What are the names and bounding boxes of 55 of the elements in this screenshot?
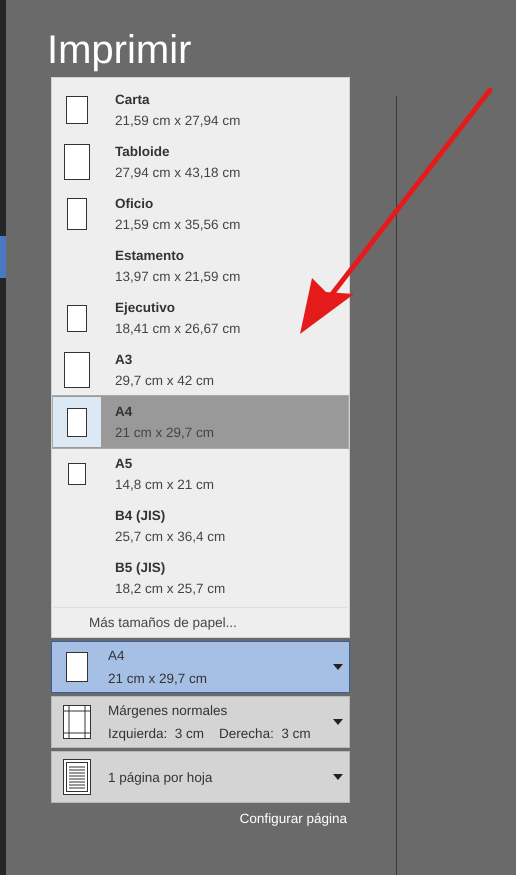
settings-dropdown[interactable]: A4 21 cm x 29,7 cm	[51, 641, 350, 693]
sidebar-marker	[0, 236, 6, 278]
setting-detail: 21 cm x 29,7 cm	[108, 671, 208, 686]
page-icon	[67, 408, 87, 436]
page-icon	[66, 96, 88, 124]
paper-dimensions: 27,94 cm x 43,18 cm	[115, 165, 240, 180]
lined-page-icon	[63, 759, 91, 795]
paper-name: Carta	[115, 92, 151, 107]
paper-name: Tabloide	[115, 144, 171, 159]
paper-name: Estamento	[115, 248, 186, 263]
page-icon	[67, 304, 87, 332]
more-sizes-link[interactable]: Más tamaños de papel...	[54, 607, 347, 637]
paper-size-option[interactable]: A4 21 cm x 29,7 cm	[53, 396, 348, 448]
settings-dropdown[interactable]: Márgenes normales Izquierda: 3 cm Derecha: 3 cm	[51, 696, 350, 748]
caret-icon	[333, 719, 343, 725]
caret-icon	[333, 664, 343, 670]
setting-label: Márgenes normales	[108, 703, 228, 718]
paper-name: Oficio	[115, 196, 154, 211]
settings-dropdown[interactable]: 1 página por hoja	[51, 751, 350, 803]
page-icon	[66, 652, 88, 682]
paper-dimensions: 18,2 cm x 25,7 cm	[115, 581, 226, 596]
paper-dimensions: 25,7 cm x 36,4 cm	[115, 529, 226, 544]
paper-size-option[interactable]: A5 14,8 cm x 21 cm	[53, 448, 348, 500]
paper-name: A3	[115, 352, 134, 367]
paper-size-option[interactable]: Oficio 21,59 cm x 35,56 cm	[53, 188, 348, 240]
page-icon	[68, 463, 86, 485]
page-title: Imprimir	[47, 27, 192, 74]
page-icon	[64, 144, 90, 180]
margins-icon	[63, 705, 91, 739]
paper-name: Ejecutivo	[115, 300, 176, 315]
paper-dimensions: 18,41 cm x 26,67 cm	[115, 321, 240, 336]
setting-detail: Izquierda: 3 cm Derecha: 3 cm	[108, 726, 312, 741]
paper-size-option[interactable]: A3 29,7 cm x 42 cm	[53, 344, 348, 396]
paper-size-option[interactable]: Ejecutivo 18,41 cm x 26,67 cm	[53, 292, 348, 344]
paper-name: B5 (JIS)	[115, 560, 166, 575]
caret-icon	[333, 774, 343, 780]
paper-dimensions: 14,8 cm x 21 cm	[115, 477, 214, 492]
paper-name: A4	[115, 404, 134, 419]
paper-dimensions: 21,59 cm x 27,94 cm	[115, 113, 240, 128]
page-icon	[67, 198, 87, 230]
setting-label: 1 página por hoja	[108, 770, 214, 784]
page-setup-link[interactable]: Configurar página	[240, 811, 347, 826]
paper-name: A5	[115, 456, 134, 471]
paper-size-option[interactable]: B4 (JIS) 25,7 cm x 36,4 cm	[53, 500, 348, 552]
paper-dimensions: 29,7 cm x 42 cm	[115, 373, 214, 388]
setting-label: A4	[108, 648, 126, 663]
page-icon	[64, 352, 90, 388]
paper-dimensions: 21 cm x 29,7 cm	[115, 425, 214, 440]
paper-dimensions: 13,97 cm x 21,59 cm	[115, 269, 240, 284]
paper-name: B4 (JIS)	[115, 508, 166, 523]
paper-dimensions: 21,59 cm x 35,56 cm	[115, 217, 240, 232]
paper-size-option[interactable]: Carta 21,59 cm x 27,94 cm	[53, 84, 348, 136]
paper-size-option[interactable]: Estamento 13,97 cm x 21,59 cm	[53, 240, 348, 292]
paper-size-option[interactable]: Tabloide 27,94 cm x 43,18 cm	[53, 136, 348, 188]
paper-size-option[interactable]: B5 (JIS) 18,2 cm x 25,7 cm	[53, 552, 348, 604]
